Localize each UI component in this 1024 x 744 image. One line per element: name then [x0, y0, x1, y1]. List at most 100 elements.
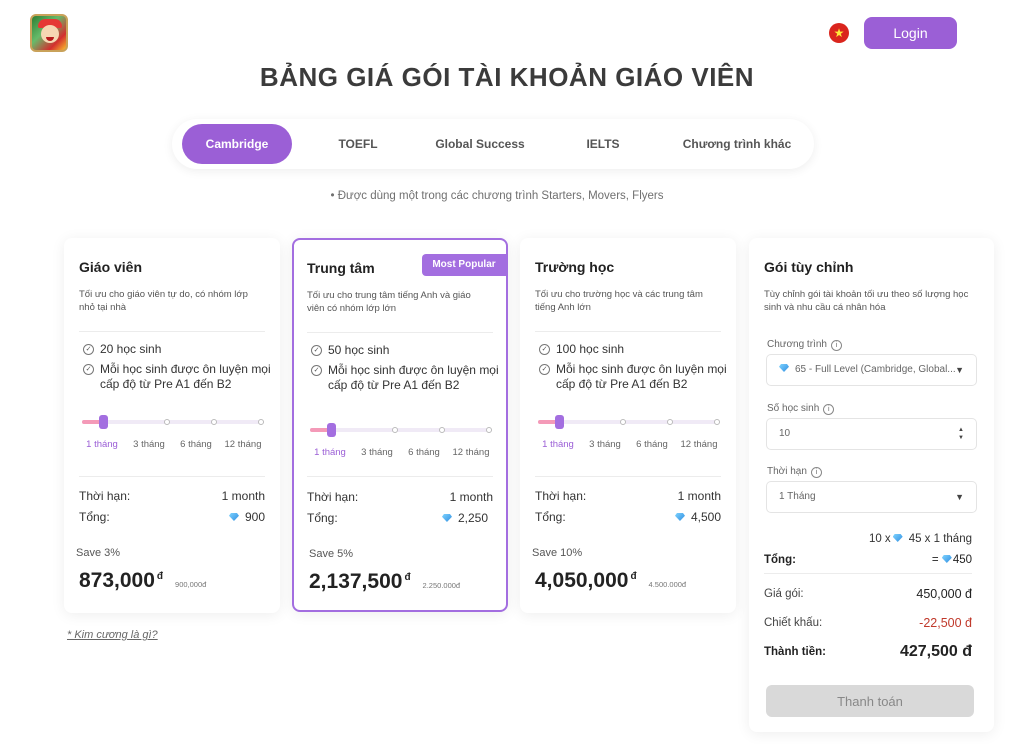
total-label: Tổng: — [535, 510, 566, 524]
plan-description: Tối ưu cho giáo viên tự do, có nhóm lớp … — [79, 289, 248, 313]
duration-slider[interactable] — [310, 423, 492, 437]
program-select[interactable]: 65 - Full Level (Cambridge, Global... ▼ — [766, 354, 977, 386]
diamond-icon — [441, 514, 452, 522]
term-select[interactable]: 1 Tháng ▼ — [766, 481, 977, 513]
check-circle-icon: ✓ — [83, 364, 94, 375]
duration-option[interactable]: 3 tháng — [361, 447, 393, 458]
plan-card-teacher: Giáo viên Tối ưu cho giáo viên tự do, có… — [64, 238, 280, 613]
duration-option[interactable]: 6 tháng — [180, 439, 212, 450]
feature-item: ✓ 50 học sinh — [311, 343, 501, 358]
plan-description: Tối ưu cho trường học và các trung tâm t… — [535, 289, 703, 313]
plan-description: Tối ưu cho trung tâm tiếng Anh và giáo v… — [307, 290, 471, 314]
term-value: 1 month — [449, 490, 493, 504]
final-price-value: 427,500 đ — [899, 643, 972, 660]
total-label: Tổng: — [307, 511, 338, 525]
custom-package-panel: Gói tùy chỉnh Tùy chỉnh gói tài khoản tố… — [749, 238, 994, 732]
site-logo[interactable] — [30, 14, 68, 52]
custom-title: Gói tùy chỉnh — [764, 259, 854, 275]
duration-option[interactable]: 12 tháng — [453, 447, 490, 458]
duration-slider[interactable] — [538, 415, 720, 429]
diamond-icon — [674, 513, 685, 521]
vietnam-flag-icon[interactable]: ★ — [829, 23, 849, 43]
term-label: Thời hạn i — [767, 466, 822, 478]
slider-step-dot[interactable] — [714, 419, 720, 425]
original-price: 4.500.000đ — [648, 580, 687, 589]
package-price-value: 450,000 đ — [916, 587, 972, 601]
total-label: Tổng: — [79, 510, 110, 524]
divider — [307, 332, 493, 333]
check-circle-icon: ✓ — [539, 344, 550, 355]
package-price-label: Giá gói: — [764, 588, 804, 600]
login-button[interactable]: Login — [864, 17, 957, 49]
divider — [79, 331, 265, 332]
tab-other-programs[interactable]: Chương trình khác — [670, 124, 804, 164]
discount-value: -22,500 đ — [919, 616, 972, 630]
slider-step-dot[interactable] — [486, 427, 492, 433]
slider-step-dot[interactable] — [258, 419, 264, 425]
tab-cambridge[interactable]: Cambridge — [182, 124, 292, 164]
plan-title: Trường học — [535, 259, 615, 275]
calculation-line: 10 x 45 x 1 tháng — [868, 533, 972, 545]
slider-step-dot[interactable] — [211, 419, 217, 425]
term-label: Thời hạn: — [307, 490, 359, 504]
diamond-icon — [779, 364, 789, 372]
slider-thumb[interactable] — [327, 423, 336, 437]
slider-step-dot[interactable] — [392, 427, 398, 433]
duration-option[interactable]: 3 tháng — [133, 439, 165, 450]
duration-option[interactable]: 6 tháng — [408, 447, 440, 458]
info-icon[interactable]: i — [810, 467, 822, 478]
plan-price: 4,050,000 đ4.500.000đ — [535, 569, 687, 592]
slider-thumb[interactable] — [99, 415, 108, 429]
slider-track — [538, 420, 720, 424]
program-tabs: Cambridge TOEFL Global Success IELTS Chư… — [172, 119, 814, 169]
total-value: 4,500 — [674, 510, 721, 524]
info-icon[interactable]: i — [830, 340, 842, 351]
slider-track — [82, 420, 264, 424]
custom-description: Tùy chỉnh gói tài khoản tối ưu theo số l… — [764, 289, 969, 313]
divider — [764, 573, 972, 574]
tab-toefl[interactable]: TOEFL — [312, 124, 404, 164]
students-input[interactable]: 10 ▲ ▼ — [766, 418, 977, 450]
duration-option[interactable]: 1 tháng — [314, 447, 346, 458]
save-percent: Save 3% — [76, 547, 121, 559]
slider-thumb[interactable] — [555, 415, 564, 429]
discount-label: Chiết khấu: — [764, 617, 823, 629]
stepper-icon[interactable]: ▲ ▼ — [958, 426, 964, 442]
feature-item: ✓ Mỗi học sinh được ôn luyện mọi cấp độ t… — [539, 362, 729, 392]
plan-price: 873,000 đ900,000đ — [79, 569, 207, 592]
duration-option[interactable]: 6 tháng — [636, 439, 668, 450]
info-icon[interactable]: i — [823, 404, 835, 415]
slider-step-dot[interactable] — [164, 419, 170, 425]
term-label: Thời hạn: — [535, 489, 587, 503]
chevron-down-icon: ▼ — [955, 492, 964, 502]
page-title: BẢNG GIÁ GÓI TÀI KHOẢN GIÁO VIÊN — [259, 62, 755, 92]
divider — [535, 331, 721, 332]
most-popular-badge: Most Popular — [422, 254, 506, 276]
slider-step-dot[interactable] — [439, 427, 445, 433]
what-is-diamond-link[interactable]: * Kim cương là gì? — [67, 629, 158, 641]
divider — [79, 476, 265, 477]
duration-option[interactable]: 12 tháng — [225, 439, 262, 450]
final-price-label: Thành tiền: — [764, 646, 826, 658]
duration-slider[interactable] — [82, 415, 264, 429]
duration-option[interactable]: 1 tháng — [542, 439, 574, 450]
slider-step-dot[interactable] — [667, 419, 673, 425]
duration-option[interactable]: 3 tháng — [589, 439, 621, 450]
feature-item: ✓ 100 học sinh — [539, 342, 729, 357]
divider — [535, 476, 721, 477]
tab-global-success[interactable]: Global Success — [424, 124, 536, 164]
duration-option[interactable]: 1 tháng — [86, 439, 118, 450]
custom-total-value: = 450 — [931, 554, 972, 566]
plan-card-school: Trường học Tối ưu cho trường học và các … — [520, 238, 736, 613]
custom-total-label: Tổng: — [764, 554, 796, 566]
tab-ielts[interactable]: IELTS — [556, 124, 650, 164]
plan-price: 2,137,500 đ2.250.000đ — [309, 570, 461, 593]
feature-item: ✓ 20 học sinh — [83, 342, 273, 357]
duration-option[interactable]: 12 tháng — [681, 439, 718, 450]
feature-item: ✓ Mỗi học sinh được ôn luyện mọi cấp độ t… — [311, 363, 501, 393]
checkout-button[interactable]: Thanh toán — [766, 685, 974, 717]
slider-step-dot[interactable] — [620, 419, 626, 425]
program-note: • Được dùng một trong các chương trình S… — [330, 190, 664, 202]
total-value: 900 — [228, 510, 265, 524]
save-percent: Save 10% — [532, 547, 583, 559]
